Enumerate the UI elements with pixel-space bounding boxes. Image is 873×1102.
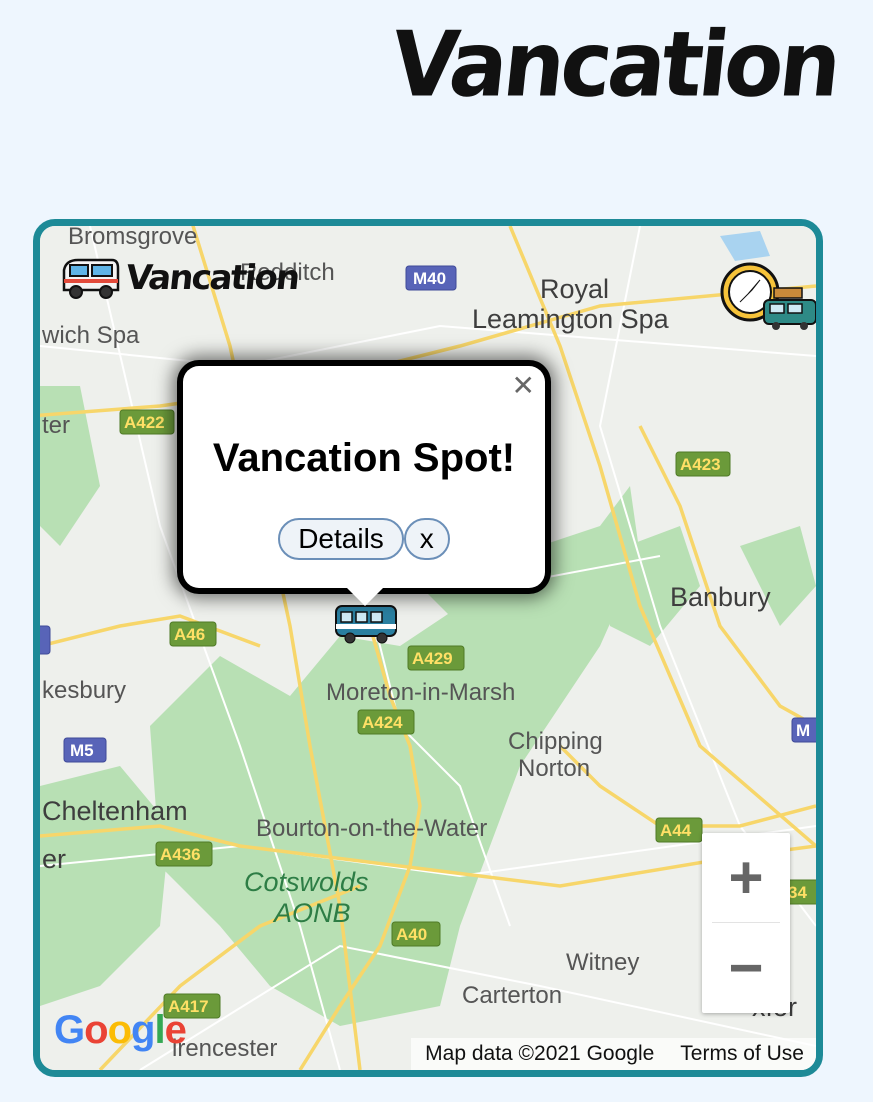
road-shield: M40	[405, 265, 457, 291]
terms-link[interactable]: Terms of Use	[680, 1042, 804, 1066]
info-window-title: Vancation Spot!	[212, 436, 516, 480]
place-label: Cheltenham	[42, 796, 188, 826]
map-container[interactable]: Bromsgrove Redditch Royal Leamington Spa…	[33, 219, 823, 1077]
place-label: er	[42, 844, 66, 874]
road-shield	[40, 625, 51, 655]
svg-text:A44: A44	[660, 821, 692, 840]
road-shield: M	[791, 717, 816, 743]
details-button[interactable]: Details	[278, 518, 404, 560]
place-label: Carterton	[462, 982, 562, 1009]
place-label: ter	[42, 412, 70, 439]
road-shield: A422	[119, 409, 175, 435]
info-window-tail	[343, 584, 387, 606]
place-label: Witney	[566, 949, 639, 976]
brand-label: Vancation	[123, 258, 301, 298]
place-label: Moreton-in-Marsh	[326, 679, 515, 706]
place-label: wich Spa	[41, 322, 140, 349]
google-logo[interactable]: Google	[54, 1008, 187, 1053]
place-label: Leamington Spa	[472, 304, 670, 334]
road-shield: A423	[675, 451, 731, 477]
van-icon	[62, 258, 120, 299]
road-shield: A429	[407, 645, 465, 671]
zoom-out-button[interactable]: −	[702, 923, 790, 1012]
road-shield: A424	[357, 709, 415, 735]
close-button[interactable]: x	[403, 518, 450, 560]
svg-text:M40: M40	[413, 269, 446, 288]
place-label: kesbury	[42, 677, 126, 704]
map-canvas[interactable]: Bromsgrove Redditch Royal Leamington Spa…	[40, 226, 816, 1070]
close-icon[interactable]: ✕	[512, 372, 535, 400]
svg-text:34: 34	[788, 883, 807, 902]
zoom-in-button[interactable]: +	[702, 833, 790, 922]
zoom-control: + −	[702, 833, 790, 1013]
road-shield: A44	[655, 817, 703, 843]
place-label: Bromsgrove	[68, 226, 197, 250]
place-label: Cotswolds	[244, 867, 369, 897]
svg-text:A46: A46	[174, 625, 205, 644]
info-window-actions: Details x	[183, 518, 545, 560]
place-label: Banbury	[670, 582, 771, 612]
svg-text:A40: A40	[396, 925, 427, 944]
svg-text:A436: A436	[160, 845, 201, 864]
map-brand: Vancation	[60, 256, 301, 300]
place-label: Norton	[518, 755, 590, 782]
road-shield: M5	[63, 737, 107, 763]
svg-text:A422: A422	[124, 413, 165, 432]
place-label: Royal	[540, 274, 609, 304]
info-window: ✕ Vancation Spot! Details x	[183, 366, 545, 606]
svg-text:M5: M5	[70, 741, 94, 760]
svg-text:A424: A424	[362, 713, 403, 732]
map-data-text: Map data ©2021 Google	[425, 1042, 655, 1065]
road-shield: A40	[391, 921, 441, 947]
svg-text:M: M	[796, 721, 810, 740]
place-label: Bourton-on-the-Water	[256, 815, 487, 842]
place-label: Chipping	[508, 728, 603, 755]
road-shield: A436	[155, 841, 213, 867]
app-title: Vancation	[386, 12, 843, 118]
svg-text:A429: A429	[412, 649, 453, 668]
svg-text:A423: A423	[680, 455, 721, 474]
map-attribution: Map data ©2021 Google Terms of Use	[411, 1038, 816, 1070]
place-label: irencester	[172, 1035, 277, 1062]
road-shield: A46	[169, 621, 217, 647]
place-label: AONB	[272, 898, 351, 928]
